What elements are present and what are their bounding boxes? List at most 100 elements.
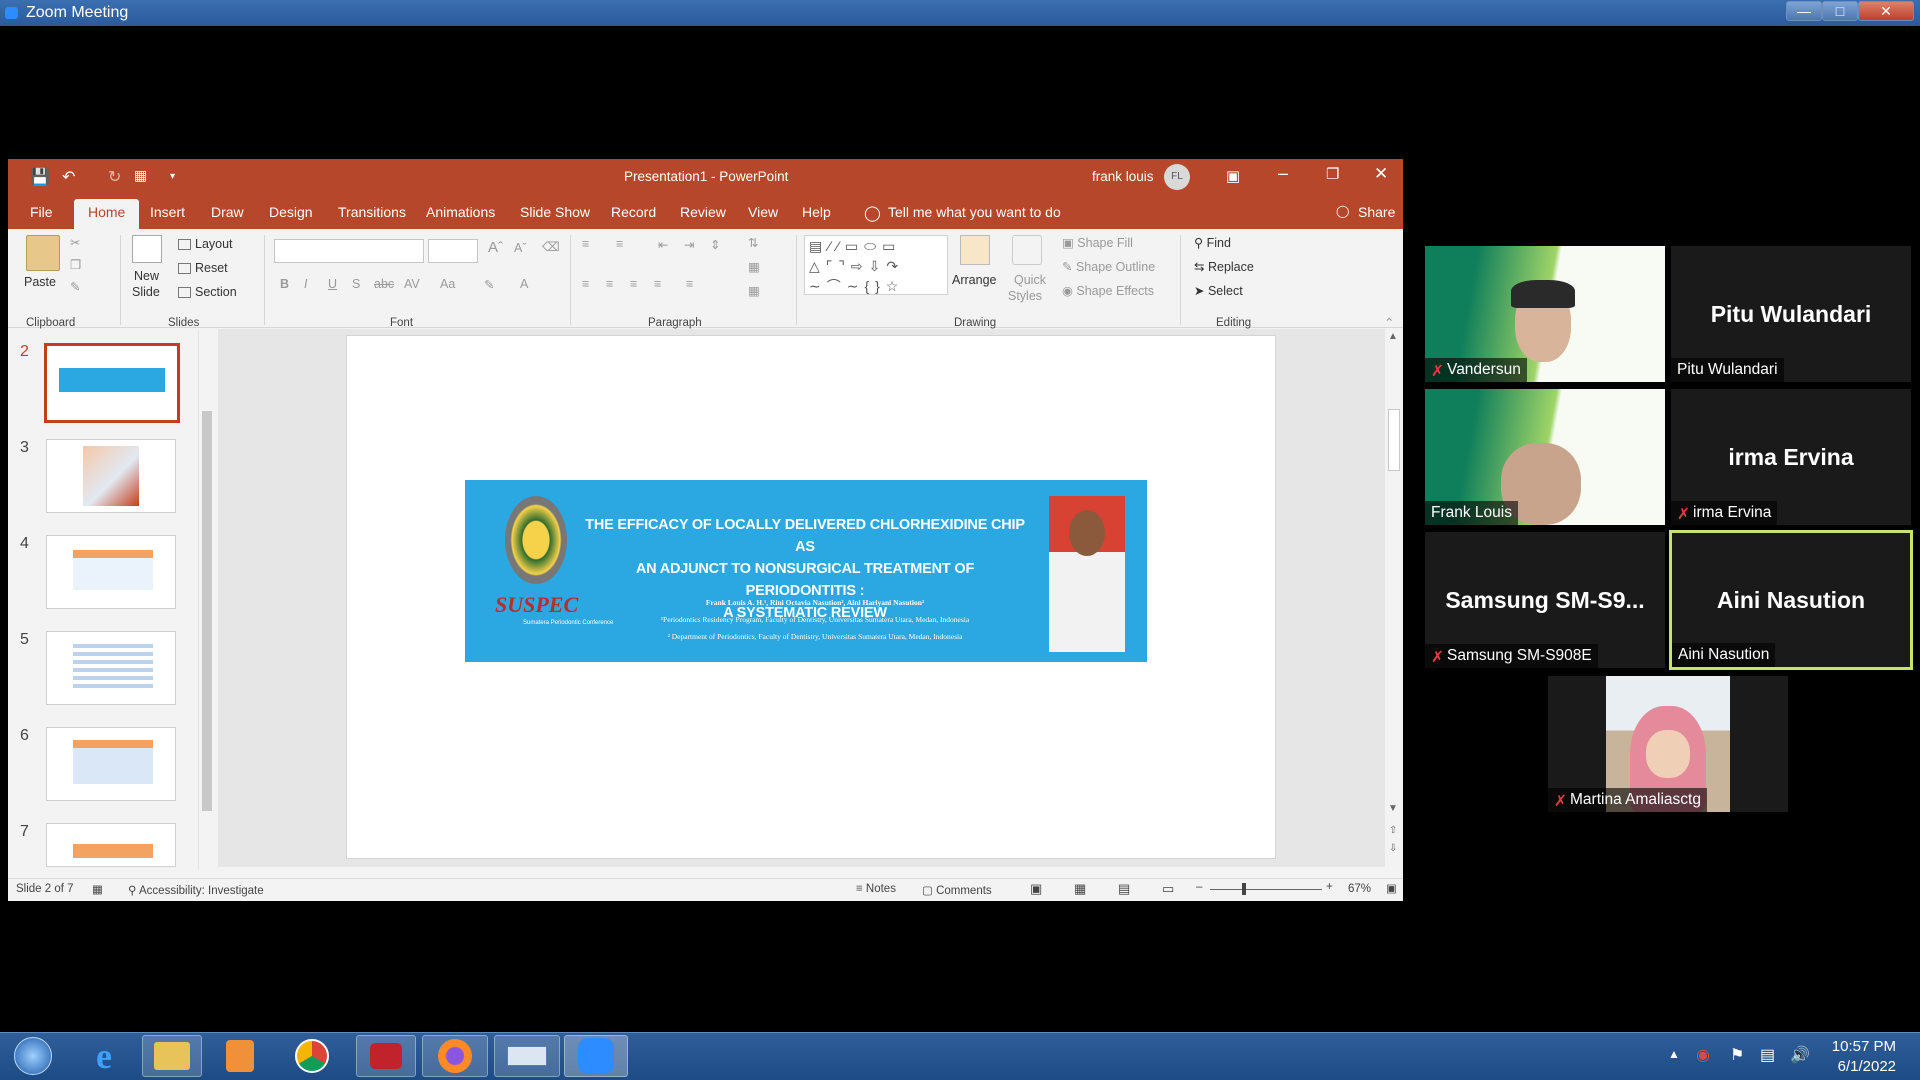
fit-slide-icon[interactable]: ▣ [1386,881,1397,895]
spell-check-icon[interactable]: ▦ [92,882,103,896]
italic-icon[interactable]: I [304,277,307,291]
bullets-icon[interactable]: ≡ [582,237,589,251]
action-center-icon[interactable]: ⚑ [1730,1045,1744,1065]
tab-file[interactable]: File [30,204,53,220]
screen-recorder-icon[interactable] [356,1035,416,1077]
tab-view[interactable]: View [748,204,778,220]
underline-icon[interactable]: U [328,277,337,291]
slide-thumbnail-6[interactable] [46,727,176,801]
slide-sorter-icon[interactable]: ▦ [1074,881,1086,897]
smartart-icon[interactable]: ▦ [748,283,760,298]
character-spacing-icon[interactable]: AV [404,277,420,291]
participant-tile[interactable]: ✗ Martina Amaliasctg [1548,676,1788,812]
shapes-gallery[interactable]: ▤⁄⁄▭⬭▭ △⌜⌝⇨⇩↷ ∼⌒∼{}☆ [804,235,948,295]
tab-draw[interactable]: Draw [211,204,244,220]
text-direction-icon[interactable]: ⇅ [748,235,758,250]
tab-animations[interactable]: Animations [426,204,495,220]
find-button[interactable]: ⚲ Find [1194,235,1231,250]
columns-icon[interactable]: ≡ [686,277,693,291]
shape-outline-button[interactable]: ✎ Shape Outline [1062,259,1155,274]
tab-home[interactable]: Home [74,199,140,230]
zoom-out-icon[interactable]: – [1196,881,1202,893]
shadow-icon[interactable]: S [352,277,360,291]
collapse-ribbon-icon[interactable]: ⌃ [1384,315,1394,330]
tell-me-search[interactable]: Tell me what you want to do [888,204,1061,220]
zoom-slider[interactable] [1210,889,1322,890]
next-slide-icon[interactable]: ⇩ [1389,843,1397,854]
title-banner[interactable]: SUSPEC Sumatera Periodontic Conference T… [465,480,1147,662]
new-slide-icon[interactable] [132,235,162,263]
numbering-icon[interactable]: ≡ [616,237,623,251]
paste-button[interactable]: Paste [24,275,56,289]
tab-design[interactable]: Design [269,204,313,220]
volume-icon[interactable]: 🔊 [1790,1045,1810,1065]
shape-effects-button[interactable]: ◉ Shape Effects [1062,283,1154,298]
start-button[interactable] [4,1035,62,1077]
participant-tile[interactable]: Pitu Wulandari Pitu Wulandari [1671,246,1911,382]
media-player-icon[interactable] [212,1035,268,1077]
arrange-icon[interactable] [960,235,990,265]
editor-scrollbar[interactable]: ▲ ▼ ⇧ ⇩ [1385,329,1403,867]
align-right-icon[interactable]: ≡ [630,277,637,291]
minimize-button[interactable]: — [1786,1,1822,21]
redo-icon[interactable]: ↻ [108,167,121,187]
system-clock[interactable]: 10:57 PM 6/1/2022 [1832,1037,1896,1077]
quick-styles-icon[interactable] [1012,235,1042,265]
user-name[interactable]: frank louis [1092,169,1154,184]
comments-button[interactable]: ▢ Comments [922,883,992,897]
font-name-input[interactable] [274,239,424,263]
accessibility-status[interactable]: ⚲ Accessibility: Investigate [128,883,264,897]
font-size-input[interactable] [428,239,478,263]
slide-thumbnail-4[interactable] [46,535,176,609]
section-button[interactable]: Section [178,285,237,299]
participant-tile-active-speaker[interactable]: Aini Nasution Aini Nasution [1669,530,1913,670]
start-from-beginning-icon[interactable]: ▦ [134,167,147,184]
share-button[interactable]: Share [1358,204,1395,220]
slide-thumbnail-3[interactable] [46,439,176,513]
tab-help[interactable]: Help [802,204,831,220]
justify-icon[interactable]: ≡ [654,277,661,291]
decrease-indent-icon[interactable]: ⇤ [658,237,668,252]
quick-styles-label-1[interactable]: Quick [1014,273,1046,287]
highlight-icon[interactable]: ✎ [484,277,494,292]
quick-styles-label-2[interactable]: Styles [1008,289,1042,303]
center-icon[interactable]: ≡ [606,277,613,291]
notes-button[interactable]: ≡ Notes [856,883,896,895]
increase-indent-icon[interactable]: ⇥ [684,237,694,252]
clear-formatting-icon[interactable]: ⌫ [542,239,560,254]
cut-icon[interactable]: ✂ [70,235,80,250]
new-slide-label-2[interactable]: Slide [132,285,160,299]
slide-thumbnail-2[interactable] [44,343,180,423]
tab-insert[interactable]: Insert [150,204,185,220]
new-slide-label-1[interactable]: New [134,269,159,283]
maximize-button[interactable]: □ [1822,1,1858,21]
firefox-icon[interactable] [422,1035,488,1077]
bold-icon[interactable]: B [280,277,289,291]
network-icon[interactable]: ▤ [1760,1045,1775,1065]
select-button[interactable]: ➤ Select [1194,283,1243,298]
layout-button[interactable]: Layout [178,237,233,251]
chrome-icon[interactable] [284,1035,340,1077]
strikethrough-icon[interactable]: abc [374,277,394,291]
align-left-icon[interactable]: ≡ [582,277,589,291]
participant-tile[interactable]: irma Ervina ✗ irma Ervina [1671,389,1911,525]
ppt-restore-button[interactable]: ❐ [1326,165,1339,183]
slide-thumbnail-5[interactable] [46,631,176,705]
ribbon-display-options-icon[interactable]: ▣ [1226,167,1240,185]
ppt-minimize-button[interactable]: – [1278,163,1288,184]
participant-tile[interactable]: Frank Louis [1425,389,1665,525]
clipboard-icon[interactable] [26,235,60,271]
tab-record[interactable]: Record [611,204,656,220]
zoom-level[interactable]: 67% [1348,883,1371,895]
show-hidden-icons[interactable]: ▲ [1668,1047,1680,1061]
normal-view-icon[interactable]: ▣ [1030,881,1042,897]
copy-icon[interactable]: ❐ [70,257,81,272]
slide-thumbnail-7[interactable] [46,823,176,867]
reading-view-icon[interactable]: ▤ [1118,881,1130,897]
reset-button[interactable]: Reset [178,261,228,275]
powerpoint-taskbar-icon[interactable] [494,1035,560,1077]
camera-tray-icon[interactable]: ◉ [1696,1045,1710,1065]
slideshow-view-icon[interactable]: ▭ [1162,881,1174,897]
tab-slide-show[interactable]: Slide Show [520,204,590,220]
decrease-font-icon[interactable]: Aˇ [514,241,527,255]
